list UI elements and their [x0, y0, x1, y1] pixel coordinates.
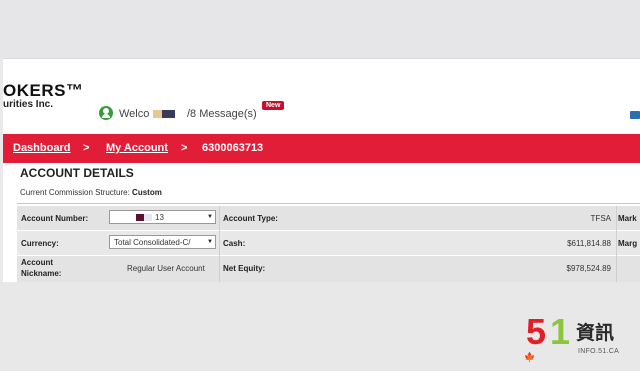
redacted-username: [153, 110, 175, 118]
account-type-value: TFSA: [590, 214, 611, 223]
commission-label: Current Commission Structure:: [20, 188, 130, 197]
commission-value: Custom: [132, 188, 162, 197]
breadcrumb-my-account[interactable]: My Account: [106, 142, 168, 154]
divider: [17, 203, 640, 204]
net-equity-label: Net Equity:: [223, 264, 266, 273]
account-details-table: Account Number: 13 ▼ Account Type: TFSA …: [17, 206, 640, 282]
cash-label: Cash:: [223, 239, 246, 248]
currency-select[interactable]: Total Consolidated-C/ ▼: [109, 235, 216, 249]
market-label: Mark: [618, 214, 637, 223]
brand-subtitle: urities Inc.: [3, 99, 54, 110]
page-content: OKERS™ urities Inc. Welco /8 Message(s) …: [3, 58, 640, 283]
chevron-down-icon: ▼: [207, 214, 213, 220]
account-number-label: Account Number:: [21, 214, 89, 223]
currency-label: Currency:: [21, 239, 59, 248]
redacted-account-number: [144, 214, 152, 221]
cash-value: $611,814.88: [567, 239, 611, 248]
breadcrumb-separator: >: [181, 142, 188, 154]
account-number-value: 13: [155, 213, 164, 222]
breadcrumb-separator: >: [83, 142, 90, 154]
nickname-label-line2: Nickname:: [21, 269, 62, 278]
table-row: Account Number: 13 ▼ Account Type: TFSA …: [17, 206, 640, 230]
table-row: Account Nickname: Regular User Account N…: [17, 256, 640, 282]
margin-label: Marg: [618, 239, 638, 248]
watermark-digit: 1: [550, 311, 571, 352]
welcome-text: Welco: [119, 108, 150, 120]
watermark-logo: 5 1 資訊 INFO.51.CA 🍁: [524, 312, 636, 364]
net-equity-value: $978,524.89: [566, 264, 612, 273]
redacted-account-number: [136, 214, 144, 221]
account-type-label: Account Type:: [223, 214, 278, 223]
brand-logo-text: OKERS™: [3, 81, 84, 100]
nickname-value: Regular User Account: [127, 264, 205, 273]
column-divider: [219, 206, 220, 282]
currency-value: Total Consolidated-C/: [114, 238, 191, 247]
user-icon[interactable]: [99, 106, 113, 120]
column-divider: [616, 206, 617, 282]
new-messages-badge: New: [262, 101, 285, 110]
chevron-down-icon: ▼: [207, 239, 213, 245]
table-row: Currency: Total Consolidated-C/ ▼ Cash: …: [17, 231, 640, 255]
breadcrumb: Dashboard > My Account > 6300063713: [3, 134, 640, 163]
browser-backdrop: [0, 0, 640, 58]
account-number-select[interactable]: 13 ▼: [109, 210, 216, 224]
watermark-digit: 5: [526, 311, 547, 352]
watermark-chinese-text: 資訊: [576, 322, 615, 344]
messages-link[interactable]: /8 Message(s): [187, 108, 257, 120]
maple-leaf-icon: 🍁: [524, 352, 536, 362]
commission-structure: Current Commission Structure: Custom: [20, 188, 162, 197]
breadcrumb-dashboard[interactable]: Dashboard: [13, 142, 70, 154]
watermark-url: INFO.51.CA: [578, 348, 620, 355]
nickname-label-line1: Account: [21, 258, 53, 267]
breadcrumb-account-id: 6300063713: [202, 142, 264, 154]
page-title: ACCOUNT DETAILS: [20, 166, 134, 180]
mail-icon[interactable]: [630, 111, 640, 119]
